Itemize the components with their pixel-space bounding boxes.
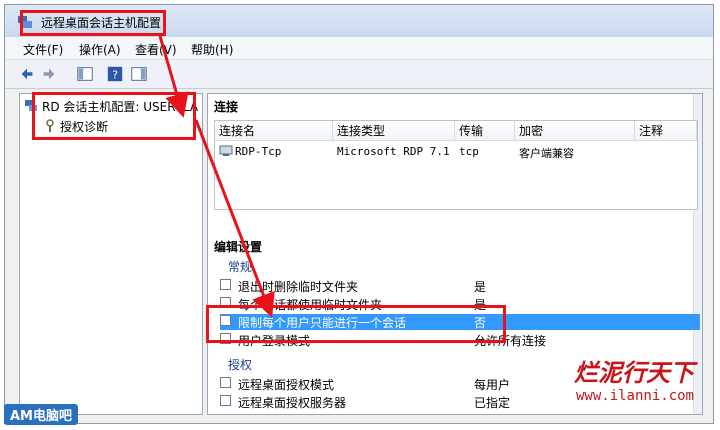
watermark: 烂泥行天下 www.ilanni.com xyxy=(574,353,694,404)
setting-value: 每用户 xyxy=(474,378,511,392)
column-header-type[interactable]: 连接类型 xyxy=(333,121,455,141)
column-header-name[interactable]: 连接名 xyxy=(215,121,333,141)
column-header-encryption[interactable]: 加密 xyxy=(515,121,635,141)
menu-action[interactable]: 操作(A) xyxy=(79,41,121,58)
setting-label: 远程桌面授权模式 xyxy=(238,378,335,392)
menu-file[interactable]: 文件(F) xyxy=(23,41,63,58)
cell-name: RDP-Tcp xyxy=(235,145,282,158)
help-icon[interactable]: ? xyxy=(105,64,125,84)
watermark-url: www.ilanni.com xyxy=(575,388,694,404)
cell-encryption: 客户端兼容 xyxy=(519,147,574,160)
setting-icon xyxy=(220,279,231,290)
setting-icon xyxy=(220,395,231,406)
annotation-box-setting xyxy=(206,305,506,343)
cell-transport: tcp xyxy=(459,145,479,158)
column-header-comment[interactable]: 注释 xyxy=(635,121,697,141)
logo-text: AM电脑吧 xyxy=(10,409,72,424)
back-arrow-icon[interactable] xyxy=(17,64,37,84)
forward-arrow-icon[interactable] xyxy=(39,64,59,84)
edit-settings-header: 编辑设置 xyxy=(214,240,263,254)
show-action-pane-icon[interactable] xyxy=(129,64,149,84)
svg-text:?: ? xyxy=(112,69,118,82)
setting-label: 退出时删除临时文件夹 xyxy=(238,280,359,294)
connections-header: 连接 xyxy=(214,100,239,114)
setting-value: 是 xyxy=(474,280,487,294)
group-general: 常规 xyxy=(228,260,253,274)
toolbar: ? xyxy=(5,60,713,89)
annotation-box-title xyxy=(20,10,166,36)
site-logo: AM电脑吧 xyxy=(4,404,78,425)
setting-icon xyxy=(220,377,231,388)
console-tree: RD 会话主机配置: USER-ILA 授权诊断 xyxy=(19,93,203,415)
setting-value: 已指定 xyxy=(474,396,511,410)
connection-icon xyxy=(219,145,233,156)
cell-type: Microsoft RDP 7.1 xyxy=(337,145,450,158)
group-licensing: 授权 xyxy=(228,358,253,372)
setting-label: 远程桌面授权服务器 xyxy=(238,396,347,410)
connections-table: 连接名 连接类型 传输 加密 注释 RDP-Tcp Microsoft RDP … xyxy=(214,120,698,210)
menu-bar: 文件(F) 操作(A) 查看(V) 帮助(H) xyxy=(5,37,713,60)
table-row[interactable]: RDP-Tcp Microsoft RDP 7.1 tcp 客户端兼容 xyxy=(219,143,689,160)
watermark-brand: 烂泥行天下 xyxy=(574,358,694,387)
menu-help[interactable]: 帮助(H) xyxy=(191,41,233,58)
setting-row-delete-temp[interactable]: 退出时删除临时文件夹 是 xyxy=(220,278,700,294)
annotation-box-tree xyxy=(32,92,196,140)
menu-view[interactable]: 查看(V) xyxy=(135,41,177,58)
show-hide-console-tree-icon[interactable] xyxy=(75,64,95,84)
column-header-transport[interactable]: 传输 xyxy=(455,121,515,141)
